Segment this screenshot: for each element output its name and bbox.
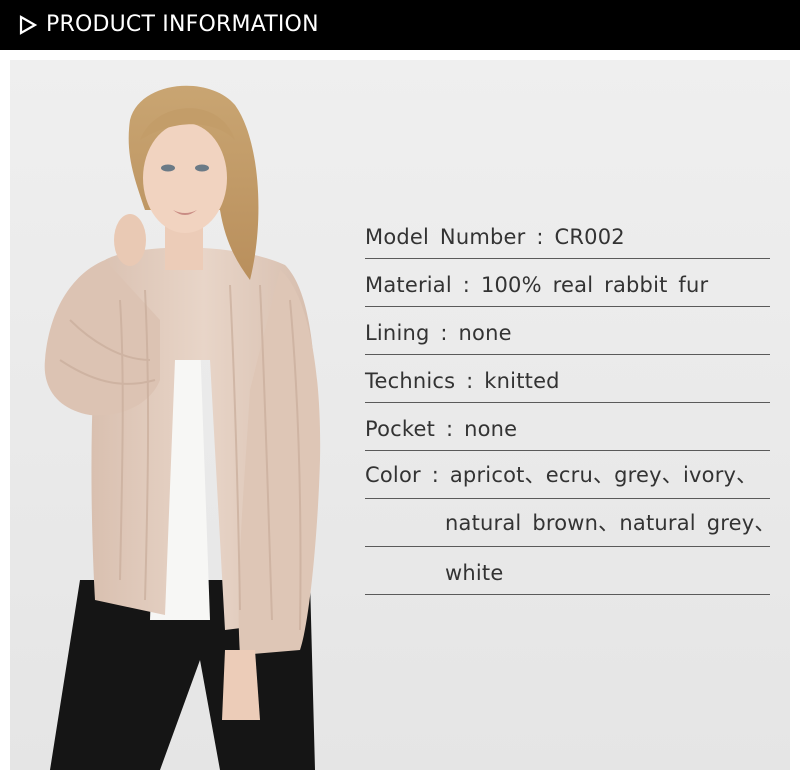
section-header: PRODUCT INFORMATION [0, 0, 800, 50]
spec-row-material: Material : 100% real rabbit fur [365, 258, 770, 307]
spec-text: Model Number : CR002 [365, 225, 625, 249]
spec-row-technics: Technics : knitted [365, 354, 770, 403]
spec-text: Color : apricot、ecru、grey、ivory、 [365, 463, 758, 487]
spec-row-lining: Lining : none [365, 306, 770, 355]
section-title: PRODUCT INFORMATION [46, 12, 319, 37]
spec-text: Material : 100% real rabbit fur [365, 273, 709, 297]
spec-row-color-cont: white [365, 546, 770, 595]
spec-text: Technics : knitted [365, 369, 560, 393]
spec-text: Pocket : none [365, 417, 518, 441]
spec-text: Lining : none [365, 321, 512, 345]
spec-row-color-cont: natural brown、natural grey、 [365, 498, 775, 547]
spec-row-model-number: Model Number : CR002 [365, 210, 770, 259]
spec-text: white [445, 561, 504, 585]
spec-row-pocket: Pocket : none [365, 402, 770, 451]
spec-row-color: Color : apricot、ecru、grey、ivory、 [365, 450, 770, 499]
model-image [44, 85, 321, 770]
spec-text: natural brown、natural grey、 [445, 511, 776, 535]
play-triangle-icon [19, 15, 38, 35]
